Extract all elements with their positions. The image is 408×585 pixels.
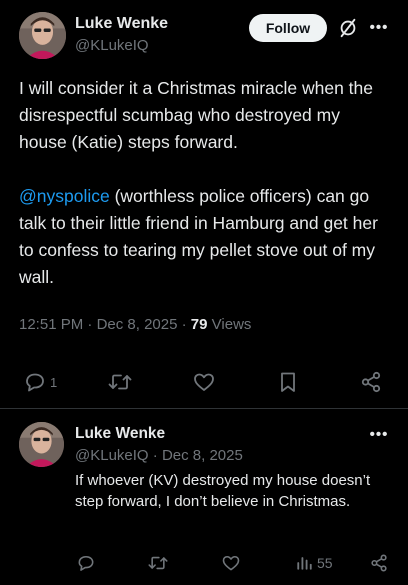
reply-author-handle[interactable]: @KLukeIQ — [75, 447, 149, 464]
reply-bubble-icon — [26, 373, 44, 392]
tweet-paragraph-1: I will consider it a Christmas miracle w… — [19, 78, 374, 152]
bookmark-icon — [281, 372, 295, 392]
heart-icon — [194, 373, 214, 391]
reply-date[interactable]: Dec 8, 2025 — [162, 447, 243, 464]
avatar-image — [19, 12, 66, 59]
tweet-time[interactable]: 12:51 PM — [19, 316, 83, 333]
retweet-icon — [148, 556, 168, 570]
reply-share-button[interactable] — [369, 553, 389, 573]
follow-button[interactable]: Follow — [249, 14, 327, 42]
reply-more-dots-icon[interactable]: ••• — [368, 425, 390, 443]
reply-avatar-image — [19, 422, 64, 467]
tweet-paragraph-2: @nyspolice (worthless police officers) c… — [19, 183, 391, 291]
reply-like-button[interactable] — [221, 553, 241, 573]
grok-slash-icon[interactable] — [336, 16, 360, 40]
reply-author-avatar[interactable] — [19, 422, 64, 467]
reply-meta: @KLukeIQ · Dec 8, 2025 — [75, 447, 243, 464]
heart-icon — [222, 555, 240, 571]
reply-views-count: 55 — [317, 555, 333, 571]
author-avatar[interactable] — [19, 12, 66, 59]
views-count[interactable]: 79 — [191, 316, 208, 333]
share-icon — [371, 554, 387, 572]
meta-separator: · — [87, 316, 93, 333]
reply-text: If whoever (KV) destroyed my house doesn… — [75, 472, 371, 510]
meta-separator: · — [181, 316, 187, 333]
reply-button[interactable]: 1 — [23, 370, 57, 394]
tweet-text: I will consider it a Christmas miracle w… — [19, 75, 391, 291]
mention-link[interactable]: @nyspolice — [19, 186, 110, 206]
share-icon — [361, 371, 381, 393]
reply-retweet-button[interactable] — [147, 553, 169, 573]
tweet-divider — [0, 408, 408, 409]
tweet-date[interactable]: Dec 8, 2025 — [97, 316, 178, 333]
author-handle[interactable]: @KLukeIQ — [75, 37, 149, 54]
reply-bubble-icon — [78, 555, 94, 571]
reply-count: 1 — [50, 374, 58, 390]
reply-reply-button[interactable] — [76, 553, 96, 573]
reply-author-name[interactable]: Luke Wenke — [75, 425, 165, 443]
share-button[interactable] — [359, 370, 383, 394]
author-name[interactable]: Luke Wenke — [75, 15, 168, 33]
bookmark-button[interactable] — [276, 370, 300, 394]
views-label: Views — [211, 316, 252, 333]
like-button[interactable] — [192, 370, 216, 394]
retweet-icon — [108, 374, 132, 390]
reply-meta-separator: · — [152, 447, 158, 464]
tweet-meta: 12:51 PM · Dec 8, 2025 · 79 Views — [19, 316, 251, 333]
retweet-button[interactable] — [107, 370, 133, 394]
views-bar-icon — [297, 557, 312, 570]
reply-views-button[interactable]: 55 — [294, 553, 333, 573]
more-dots-icon[interactable]: ••• — [368, 17, 390, 37]
